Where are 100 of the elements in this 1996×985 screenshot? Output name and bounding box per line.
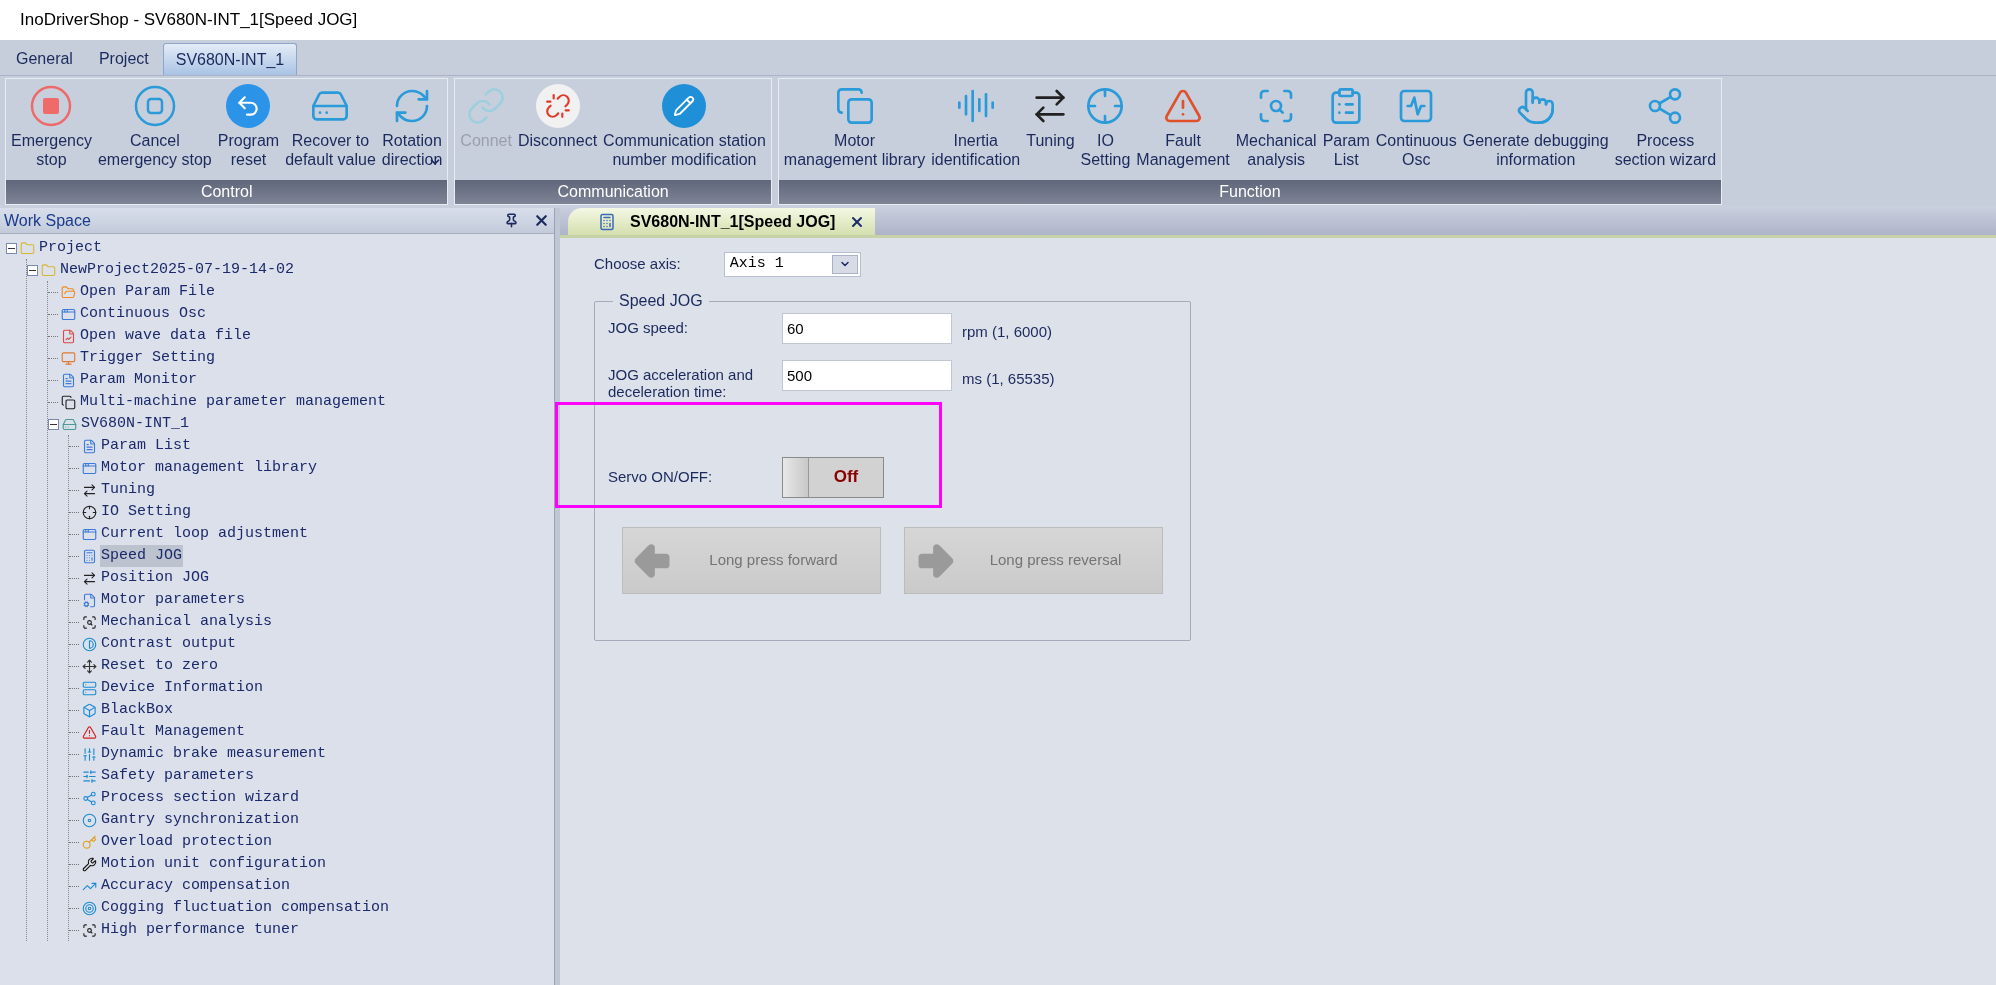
cancel-stop-icon <box>132 84 177 128</box>
tree-item-icon <box>82 526 97 542</box>
tree-item[interactable]: Safety parameters <box>100 764 256 788</box>
collapse-toggle[interactable] <box>6 242 17 254</box>
tree-item-icon <box>20 240 35 256</box>
tree-item[interactable]: Project <box>38 236 103 260</box>
group-label: Control <box>6 180 448 204</box>
tree-item[interactable]: Dynamic brake measurement <box>100 742 328 766</box>
pin-icon[interactable] <box>504 213 519 228</box>
tree-item[interactable]: Device Information <box>100 676 265 700</box>
collapse-toggle[interactable] <box>48 418 59 430</box>
tree-item[interactable]: Overload protection <box>100 830 274 854</box>
tree-item[interactable]: Open wave data file <box>79 324 253 348</box>
ribbon-button[interactable]: Inertia identification <box>928 83 1024 169</box>
tree-item[interactable]: Mechanical analysis <box>100 610 274 634</box>
windows-icon <box>834 86 875 126</box>
ribbon-button[interactable]: Param List <box>1319 83 1373 169</box>
tree-item[interactable]: Trigger Setting <box>79 346 217 370</box>
close-icon[interactable] <box>533 212 550 229</box>
tree-item-icon <box>82 790 97 806</box>
tree-item[interactable]: Reset to zero <box>100 654 220 678</box>
tree-item[interactable]: Fault Management <box>100 720 247 744</box>
field-label: JOG acceleration and deceleration time: <box>608 365 755 400</box>
tree-item[interactable]: Current loop adjustment <box>100 522 310 546</box>
ribbon-button[interactable]: IO Setting <box>1077 83 1134 169</box>
ribbon-button[interactable]: Communication station number modification <box>600 83 769 169</box>
tree-item-icon <box>82 812 97 828</box>
group-title: Speed JOG <box>618 291 704 311</box>
tree-item[interactable]: Multi-machine parameter management <box>79 390 388 414</box>
tree-item-icon <box>82 460 97 476</box>
tree-item[interactable]: Motor parameters <box>100 588 247 612</box>
tree-item-icon <box>82 724 97 740</box>
tree-item-icon <box>61 350 76 366</box>
tree-item[interactable]: IO Setting <box>100 500 192 524</box>
tree-item[interactable]: BlackBox <box>100 698 174 722</box>
ribbon-button[interactable]: Mechanical analysis <box>1232 83 1320 169</box>
number-field[interactable]: 60 <box>782 313 952 344</box>
tree-item-icon <box>61 394 76 410</box>
tree-item[interactable]: Position JOG <box>100 566 211 590</box>
ribbon-tab[interactable]: General <box>4 43 85 75</box>
ribbon-tab[interactable]: SV680N-INT_1 <box>162 43 298 75</box>
tree-item-icon <box>82 834 97 850</box>
tree-item[interactable]: SV680N-INT_1 <box>80 412 191 436</box>
panel-title: Work Space <box>4 210 91 231</box>
group-label: Communication <box>455 180 771 204</box>
tree-item[interactable]: Accuracy compensation <box>100 874 292 898</box>
tree-item[interactable]: Motor management library <box>100 456 319 480</box>
tree-item-icon <box>61 306 76 322</box>
tree-item[interactable]: Continuous Osc <box>79 302 208 326</box>
ribbon-button[interactable]: Recover to default value <box>282 83 379 169</box>
servo-toggle[interactable]: Off <box>782 456 884 498</box>
tree-item[interactable]: Open Param File <box>79 280 217 304</box>
tree-item-icon <box>82 900 97 916</box>
tree-item[interactable]: Motion unit configuration <box>100 852 328 876</box>
ribbon-button[interactable]: Emergency stop <box>8 83 95 169</box>
ribbon-button[interactable]: Motor management library <box>780 83 929 169</box>
tree-item[interactable]: Gantry synchronization <box>100 808 301 832</box>
number-field[interactable]: 500 <box>782 360 952 391</box>
ribbon-button[interactable]: Continuous Osc <box>1372 83 1460 169</box>
tree-item-icon <box>82 702 97 718</box>
ribbon-button[interactable]: Disconnect <box>514 83 601 150</box>
ribbon-button[interactable]: Fault Management <box>1133 83 1233 169</box>
ribbon-button[interactable]: Process section wizard <box>1611 83 1720 169</box>
tree-item[interactable]: Contrast output <box>100 632 238 656</box>
tree-item[interactable]: Param List <box>100 434 192 458</box>
tree-item[interactable]: Tuning <box>100 478 156 502</box>
collapse-toggle[interactable] <box>27 264 38 276</box>
tree-item[interactable]: Param Monitor <box>79 368 199 392</box>
tree-item-icon <box>82 570 97 586</box>
ribbon-tab[interactable]: Project <box>86 43 161 75</box>
ribbon-button[interactable]: Program reset <box>214 83 283 169</box>
document-tab[interactable]: SV680N-INT_1[Speed JOG] <box>568 208 876 235</box>
tree-item[interactable]: Speed JOG <box>100 544 183 568</box>
tree-item-icon <box>82 548 97 564</box>
range-hint: rpm (1, 6000) <box>962 322 1053 342</box>
link-icon <box>466 86 507 126</box>
stop-icon <box>29 84 74 128</box>
tree-item[interactable]: NewProject2025-07-19-14-02 <box>59 258 296 282</box>
ribbon-button[interactable]: Generate debugging information <box>1459 83 1612 169</box>
tree-item-icon <box>82 438 97 454</box>
ribbon-button[interactable]: Cancel emergency stop <box>94 83 215 169</box>
tree-item-icon <box>82 746 97 762</box>
tree-item-icon <box>61 328 76 344</box>
tree-item-icon <box>62 416 77 432</box>
document-icon <box>598 212 616 231</box>
tree-item-icon <box>41 262 56 278</box>
tree-item[interactable]: Cogging fluctuation compensation <box>100 896 391 920</box>
ribbon-button[interactable]: Tuning <box>1023 83 1078 150</box>
window-title: InoDriverShop - SV680N-INT_1[Speed JOG] <box>20 9 358 32</box>
servo-label: Servo ON/OFF: <box>608 466 714 487</box>
tree-item-icon <box>82 658 97 674</box>
tree-item-icon <box>61 284 76 300</box>
tree-item-icon <box>82 768 97 784</box>
tree-item-icon <box>82 922 97 938</box>
tree-item-icon <box>82 504 97 520</box>
axis-dropdown[interactable]: Axis 1 <box>723 251 861 277</box>
tree-item[interactable]: High performance tuner <box>100 918 301 942</box>
ribbon-button[interactable]: Rotation direction <box>378 83 446 169</box>
tree-item[interactable]: Process section wizard <box>100 786 301 810</box>
undo-icon <box>226 84 271 128</box>
